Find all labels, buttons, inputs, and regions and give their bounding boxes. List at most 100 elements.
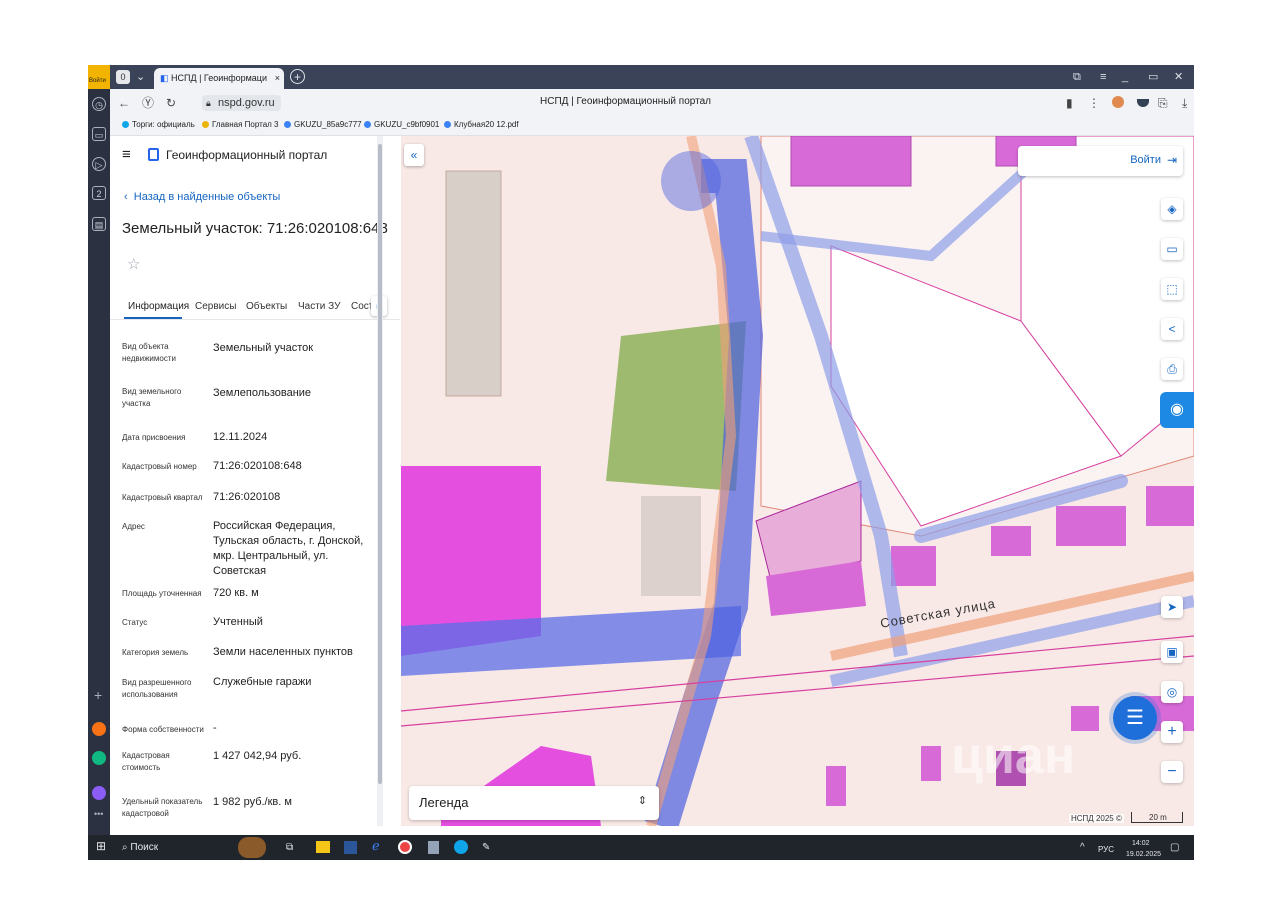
tab-objects[interactable]: Объекты xyxy=(246,301,287,312)
menu-icon[interactable]: ≡ xyxy=(1100,70,1106,84)
windows-start-icon[interactable]: ⊞ xyxy=(96,840,106,853)
map-login-button[interactable]: Войти ⇥ xyxy=(1018,146,1183,176)
bookmark-favicon-icon xyxy=(364,121,371,128)
bookmarks-bar: Торги: официаль Главная Портал 3 GKUZU_8… xyxy=(110,117,1194,136)
bookmark-icon[interactable]: ▮ xyxy=(1066,95,1073,111)
layers-icon[interactable]: ◈ xyxy=(1161,198,1183,220)
new-tab-button[interactable]: + xyxy=(290,69,305,84)
map-view[interactable]: Советская улица циан « Войти ⇥ ◈ ▭ ⬚ < ⎙… xyxy=(401,136,1194,826)
ie-icon[interactable]: ℯ xyxy=(372,839,380,852)
bookmark-item[interactable]: GKUZU_c9bf0901 xyxy=(364,120,439,129)
tab-composition[interactable]: Соста xyxy=(351,301,371,312)
language-indicator[interactable]: РУС xyxy=(1098,843,1114,856)
hamburger-menu-icon[interactable]: ≡ xyxy=(122,146,131,163)
yandex-browser-icon[interactable] xyxy=(398,840,412,854)
tab-label: Информация xyxy=(128,301,190,312)
locate-icon[interactable]: ➤ xyxy=(1161,596,1183,618)
building xyxy=(891,546,936,586)
url-text: nspd.gov.ru xyxy=(218,97,275,109)
map-canvas[interactable] xyxy=(401,136,1194,826)
clock-date[interactable]: 19.02.2025 xyxy=(1126,848,1161,860)
chevron-down-icon[interactable]: ⌄ xyxy=(136,70,145,84)
chat-assistant-button[interactable]: ☰ xyxy=(1113,696,1157,740)
print-icon[interactable]: ⎙ xyxy=(1161,358,1183,380)
collections-icon[interactable]: ▭ xyxy=(92,127,106,141)
back-link[interactable]: ‹ Назад в найденные объекты xyxy=(124,191,280,203)
yandex-icon[interactable]: Ⓨ xyxy=(142,95,154,111)
add-icon[interactable]: + xyxy=(94,687,102,703)
area-select-icon[interactable]: ⬚ xyxy=(1161,278,1183,300)
edge-icon[interactable] xyxy=(454,840,468,854)
bookmark-item[interactable]: GKUZU_85a9c777 xyxy=(284,120,362,129)
task-view-icon[interactable]: ⧉ xyxy=(286,841,293,854)
field-value: 71:26:020108 xyxy=(213,491,281,503)
weather-widget-icon[interactable] xyxy=(238,837,266,858)
building xyxy=(790,136,912,187)
notifications-icon[interactable]: ▢ xyxy=(1170,841,1179,854)
more-icon[interactable]: ••• xyxy=(94,809,103,819)
bookmark-item[interactable]: Главная Портал 3 xyxy=(202,120,279,129)
feedback-tab-icon[interactable]: ◉ xyxy=(1160,392,1194,428)
tool-icon[interactable]: ✎ xyxy=(482,841,490,854)
tab-label: Части ЗУ xyxy=(298,301,341,312)
tab-parts[interactable]: Части ЗУ xyxy=(298,301,340,312)
tabs-counter-button[interactable]: 0 xyxy=(116,70,130,84)
protect-icon[interactable] xyxy=(1137,99,1149,107)
close-window-icon[interactable]: ✕ xyxy=(1174,70,1183,84)
location-pin-icon[interactable]: ◎ xyxy=(1161,681,1183,703)
play-icon[interactable]: ▷ xyxy=(92,157,106,171)
field-label: Вид разрешенного использования xyxy=(122,678,192,699)
collapse-panel-button[interactable]: « xyxy=(404,144,424,166)
messenger-icon[interactable] xyxy=(92,786,106,800)
field-label: Статус xyxy=(122,618,148,627)
panel-scrollbar[interactable] xyxy=(377,136,383,826)
chevron-left-icon: ‹ xyxy=(124,191,134,203)
download-icon[interactable]: ⤓ xyxy=(1182,95,1187,111)
tab-info[interactable]: Информация xyxy=(128,301,189,312)
word-icon[interactable] xyxy=(344,841,357,854)
yandex-app-icon[interactable] xyxy=(92,722,106,736)
window-title: НСПД | Геоинформационный портал xyxy=(540,96,711,107)
field-label: Дата присвоения xyxy=(122,433,186,442)
tab-title: НСПД | Геоинформаци xyxy=(171,73,267,83)
reader-icon[interactable]: ⎘ xyxy=(1158,95,1168,111)
star-icon[interactable]: ☆ xyxy=(127,255,140,273)
tabs-count-icon[interactable]: 2 xyxy=(92,186,106,200)
share-icon[interactable]: < xyxy=(1161,318,1183,340)
legend-dropdown[interactable]: Легенда ⇕ xyxy=(409,786,659,820)
field-label: Вид объекта недвижимости xyxy=(122,342,176,363)
building-outline xyxy=(641,496,701,596)
tab-nspd[interactable]: ◧ НСПД | Геоинформаци × xyxy=(154,68,284,89)
alice-icon[interactable] xyxy=(92,751,106,765)
bookmark-item[interactable]: Торги: официаль xyxy=(122,120,195,129)
field-value: Служебные гаражи xyxy=(213,676,312,688)
tray-chevron-icon[interactable]: ^ xyxy=(1080,841,1085,854)
close-tab-icon[interactable]: × xyxy=(275,68,280,89)
url-field[interactable]: 🔒︎ nspd.gov.ru xyxy=(202,95,281,111)
building xyxy=(1056,506,1126,546)
reload-icon[interactable]: ↻ xyxy=(166,95,176,111)
field-value: Земельный участок xyxy=(213,342,314,354)
history-icon[interactable]: ◷ xyxy=(92,97,106,111)
field-value: Землепользование xyxy=(213,387,312,399)
kebab-icon[interactable]: ⋮ xyxy=(1088,95,1100,111)
bookmark-label: GKUZU_85a9c777 xyxy=(294,120,362,129)
bookmark-panel-icon[interactable]: ⧉ xyxy=(1073,70,1081,84)
calculator-icon[interactable] xyxy=(428,841,439,854)
taskbar-search[interactable]: ⌕ Поиск xyxy=(122,841,158,854)
panel-scrollbar-thumb[interactable] xyxy=(378,144,382,784)
tab-services[interactable]: Сервисы xyxy=(195,301,236,312)
extension-icon[interactable] xyxy=(1112,96,1124,108)
back-icon[interactable]: ← xyxy=(118,95,130,111)
login-badge[interactable]: Войти xyxy=(88,65,110,89)
zoom-in-button[interactable]: + xyxy=(1161,721,1183,743)
minimap-icon[interactable]: ▣ xyxy=(1161,641,1183,663)
minimize-icon[interactable]: _ xyxy=(1122,70,1128,84)
notes-icon[interactable]: ▤ xyxy=(92,217,106,231)
zoom-out-button[interactable]: − xyxy=(1161,761,1183,783)
ruler-icon[interactable]: ▭ xyxy=(1161,238,1183,260)
restore-icon[interactable]: ▭ xyxy=(1148,70,1158,84)
bookmark-item[interactable]: Клубная20 12.pdf xyxy=(444,120,519,129)
app-title: Геоинформационный портал xyxy=(166,148,328,162)
file-explorer-icon[interactable] xyxy=(316,841,330,853)
